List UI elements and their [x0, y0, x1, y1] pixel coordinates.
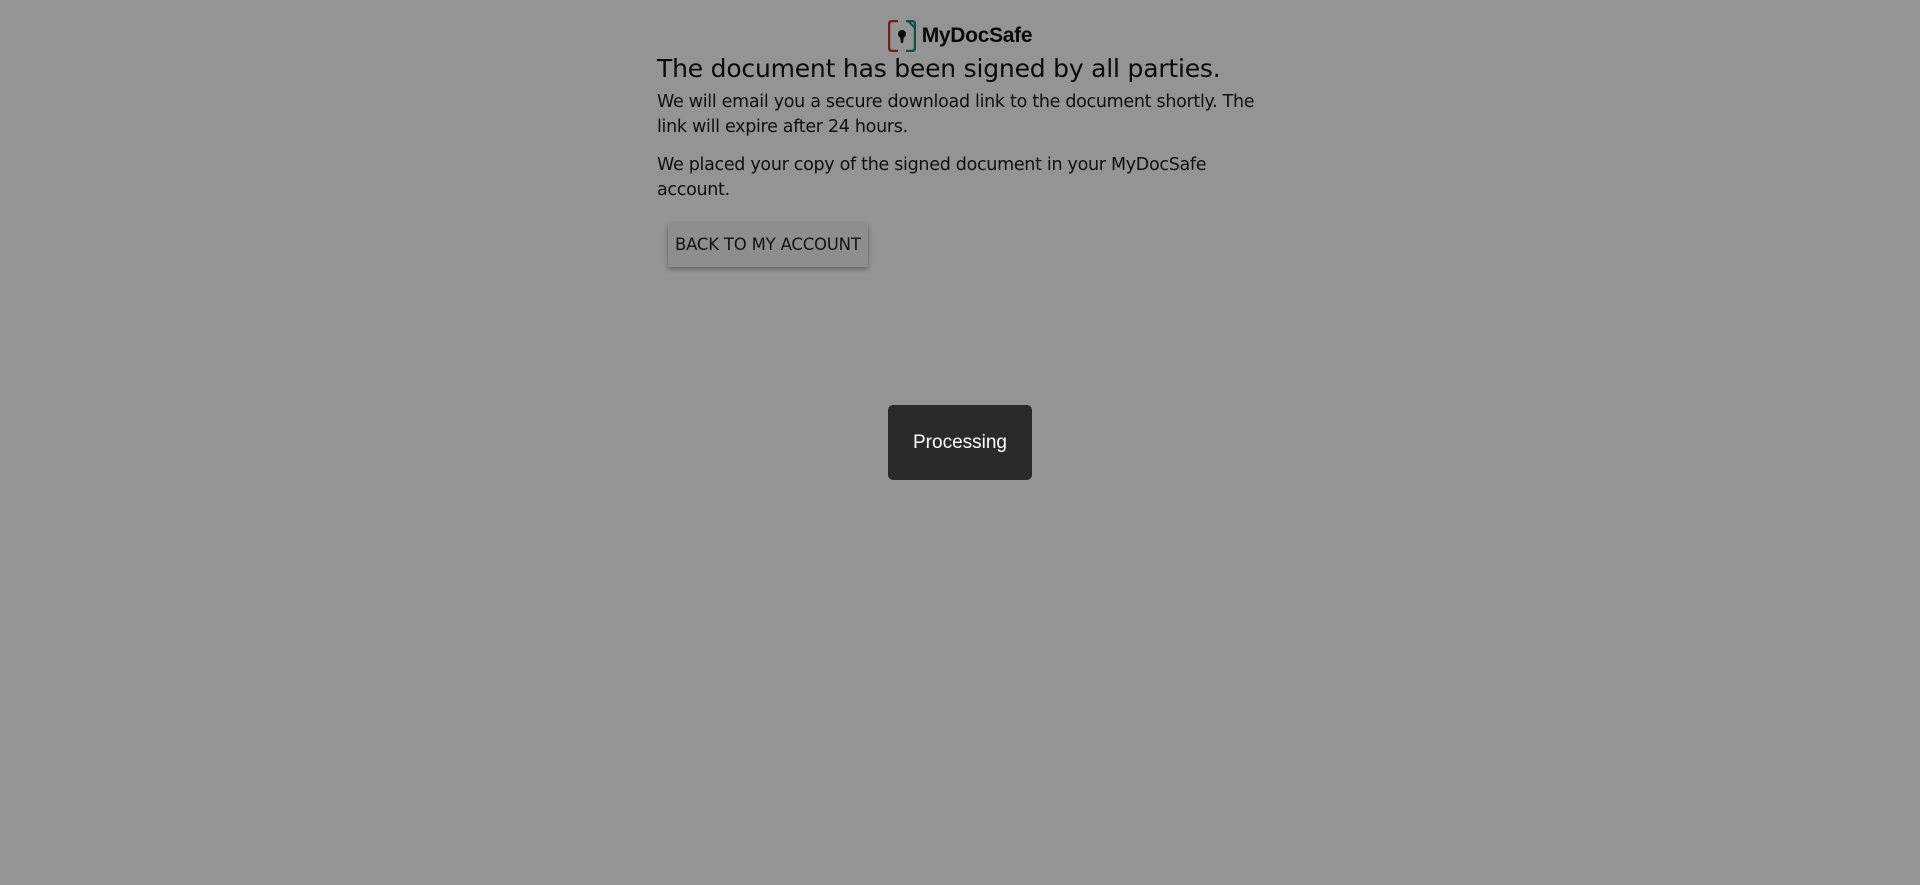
processing-text: Processing: [913, 431, 1007, 453]
signing-complete-page: MyDocSafe The document has been signed b…: [0, 0, 1920, 885]
processing-dialog: Processing: [888, 405, 1032, 480]
